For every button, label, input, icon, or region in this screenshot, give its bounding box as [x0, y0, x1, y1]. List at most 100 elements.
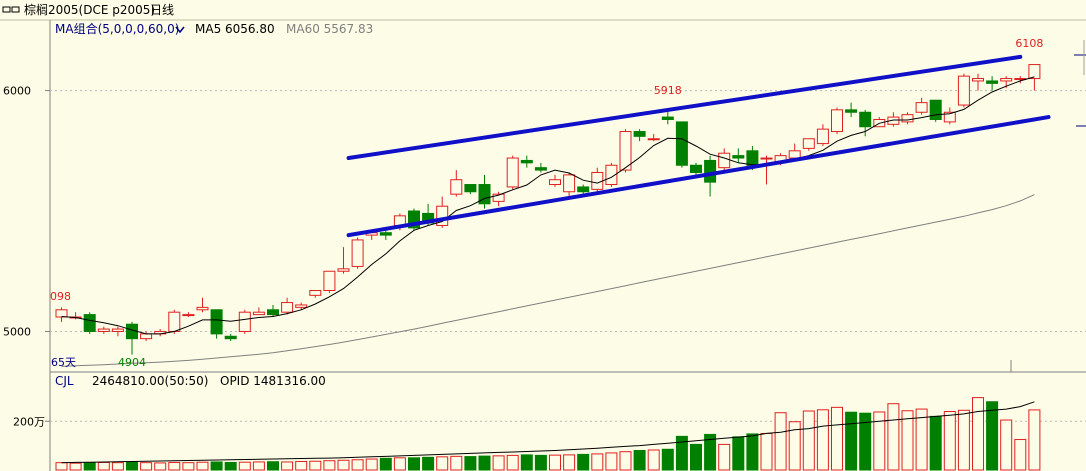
volume-bar-up: [549, 454, 561, 471]
volume-bar-up: [1028, 409, 1041, 471]
volume-bar-down: [408, 457, 420, 471]
candle-body-down: [464, 184, 477, 193]
candle-body-up: [97, 328, 110, 332]
volume-bar-up: [957, 409, 970, 471]
candle-body-up: [168, 311, 181, 332]
ma5-label: MA5 6056.80: [195, 22, 275, 36]
volume-bar-up: [718, 443, 731, 471]
volume-bar-up: [295, 460, 308, 471]
candle-body-up: [915, 102, 928, 113]
candle-body-up: [238, 311, 251, 332]
annotation-high-mid: 5918: [654, 84, 682, 97]
volume-bar-up: [309, 460, 322, 471]
candle: [929, 99, 942, 122]
volume-bar-down: [379, 457, 392, 471]
candle: [83, 312, 96, 334]
candle-body-up: [647, 138, 660, 141]
candle-body-up: [351, 239, 364, 267]
volume-bar-down: [83, 462, 96, 471]
opid-value-label: OPID 1481316.00: [220, 374, 326, 388]
volume-panel-header: CJL 2464810.00(50:50) OPID 1481316.00: [55, 374, 326, 388]
candle-body-down: [633, 131, 646, 137]
candle-body-up: [506, 157, 519, 188]
volume-bar-up: [647, 449, 660, 471]
candle-body-up: [111, 328, 124, 332]
candle: [351, 237, 364, 269]
candle-body-up: [957, 75, 970, 106]
volume-bar-up: [605, 452, 618, 471]
volume-bar-up: [450, 455, 463, 471]
volume-bar-down: [845, 411, 858, 471]
volume-bar-up: [972, 397, 984, 471]
candle-body-up: [309, 290, 322, 296]
candle-body-up: [55, 309, 68, 318]
volume-bar-up: [492, 455, 505, 471]
period-label[interactable]: 日线: [150, 3, 174, 17]
annotation-days-left: 65天: [51, 356, 76, 369]
candle-body-up: [337, 268, 350, 272]
candle-body-up: [295, 304, 308, 308]
candle-body-up: [323, 270, 336, 292]
volume-bar-up: [1000, 419, 1013, 471]
candle-body-down: [845, 109, 858, 113]
candle-body-down: [929, 99, 942, 120]
volume-bar-up: [816, 409, 829, 471]
volume-bar-down: [746, 433, 759, 471]
volume-bar-up: [281, 461, 294, 471]
annotation-high-last: 6108: [1015, 37, 1043, 50]
volume-bar-down: [210, 461, 223, 471]
volume-bar-up: [323, 460, 336, 471]
candle-body-down: [267, 309, 279, 316]
annotation-left-value: 098: [50, 290, 71, 303]
candle-body-down: [690, 164, 702, 173]
ma60-label: MA60 5567.83: [286, 22, 373, 36]
volume-bar-up: [831, 406, 843, 471]
candle: [323, 270, 336, 293]
candle: [210, 309, 223, 339]
volume-bar-up: [943, 411, 956, 471]
candle-body-up: [252, 311, 265, 316]
candle-body-up: [182, 314, 195, 317]
volume-bar-down: [577, 453, 590, 471]
volume-tick-label: 200万: [13, 415, 45, 428]
candle: [957, 73, 970, 108]
volume-bar-up: [774, 412, 787, 471]
title-bar: 棕榈2005(DCE p2005) 日线: [0, 0, 1086, 21]
volume-bar-up: [69, 462, 82, 471]
volume-bar-up: [1014, 439, 1027, 471]
candle-body-up: [619, 131, 632, 171]
candle-body-up: [802, 138, 815, 149]
volume-bar-up: [154, 462, 167, 471]
candle-body-up: [718, 152, 731, 169]
candle-body-up: [831, 109, 843, 133]
volume-bar-up: [337, 459, 350, 471]
volume-bar-down: [986, 401, 999, 471]
volume-bar-up: [901, 410, 914, 471]
volume-bar-up: [591, 453, 604, 471]
candle-body-down: [704, 159, 717, 183]
candle-body-up: [591, 171, 604, 190]
candle-body-up: [196, 306, 209, 311]
candle-body-up: [450, 179, 463, 195]
volume-bar-down: [126, 461, 138, 471]
candle-body-down: [210, 309, 223, 335]
candle-body-down: [675, 121, 688, 166]
candle-body-up: [760, 157, 773, 160]
volume-bar-up: [393, 457, 406, 471]
price-tick-label: 6000: [3, 85, 31, 98]
volume-bar-up: [760, 432, 773, 471]
price-volume-chart[interactable]: 棕榈2005(DCE p2005) 日线 MA组合(5,0,0,0,60,0) …: [0, 0, 1086, 471]
volume-bar-up: [802, 410, 815, 471]
candle: [619, 129, 632, 173]
volume-bar-up: [140, 462, 153, 471]
volume-indicator-label[interactable]: CJL: [55, 374, 74, 388]
candle: [675, 121, 688, 168]
indicator-label[interactable]: MA组合(5,0,0,0,60,0): [55, 21, 179, 36]
volume-bar-down: [633, 450, 646, 471]
candle-body-down: [379, 232, 392, 236]
volume-bar-up: [238, 461, 251, 471]
candle-body-down: [577, 186, 590, 193]
price-tick-label: 5000: [3, 325, 31, 338]
candle: [506, 155, 519, 190]
volume-bar-up: [111, 462, 124, 471]
